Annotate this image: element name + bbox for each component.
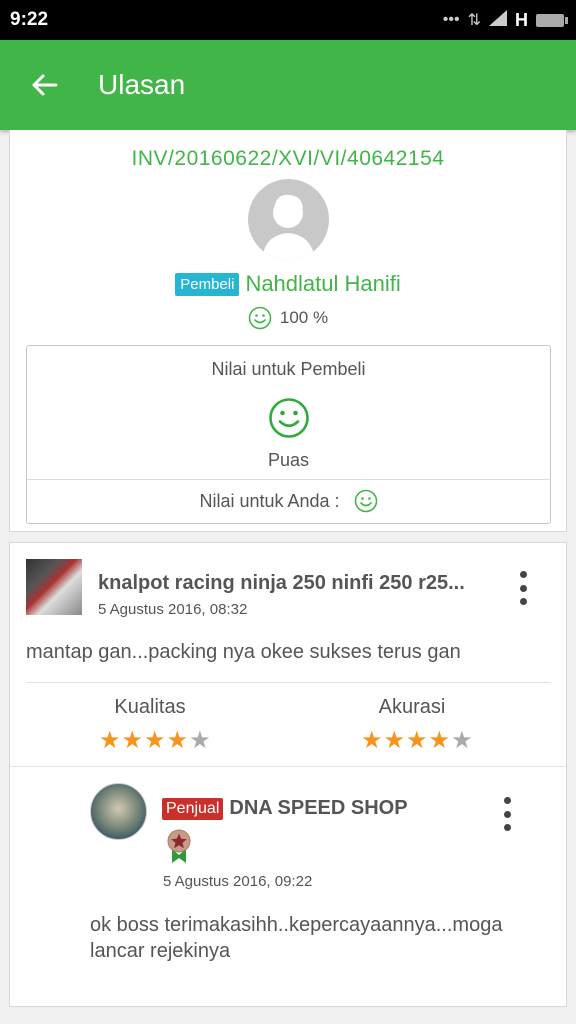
review-text: mantap gan...packing nya okee sukses ter… xyxy=(26,641,461,663)
rating-box: Nilai untuk Pembeli Puas Nilai untuk And… xyxy=(26,345,551,524)
more-dots-icon: ••• xyxy=(442,11,460,28)
status-bar: 9:22 ••• ⇅ H xyxy=(0,0,576,40)
network-type: H xyxy=(515,9,528,30)
star-filled-icon: ★ xyxy=(99,727,121,754)
page-title: Ulasan xyxy=(98,69,186,100)
app-bar: Ulasan xyxy=(0,40,576,130)
rating-for-you-label: Nilai untuk Anda : xyxy=(199,490,340,511)
seller-avatar[interactable] xyxy=(90,783,147,840)
rating-for-you: Nilai untuk Anda : xyxy=(27,489,550,513)
akurasi-stars: ★ ★ ★ ★ ★ xyxy=(361,729,473,753)
status-icons: ••• ⇅ H xyxy=(442,9,568,31)
reply-menu-button[interactable] xyxy=(497,797,517,831)
divider xyxy=(26,682,551,683)
buyer-name[interactable]: Nahdlatul Hanifi xyxy=(245,271,400,297)
reply-date: 5 Agustus 2016, 09:22 xyxy=(163,873,313,890)
review-date: 5 Agustus 2016, 08:32 xyxy=(98,601,248,618)
star-filled-icon: ★ xyxy=(428,727,451,754)
default-avatar-icon xyxy=(262,194,315,260)
kualitas-label: Kualitas xyxy=(114,696,186,718)
akurasi-label: Akurasi xyxy=(378,696,446,718)
star-filled-icon: ★ xyxy=(166,727,189,754)
kualitas-stars: ★ ★ ★ ★ ★ xyxy=(99,729,211,753)
arrow-left-icon xyxy=(32,74,58,96)
smile-icon xyxy=(269,398,309,438)
more-vertical-icon xyxy=(519,571,527,578)
buyer-card: INV/20160622/XVI/VI/40642154 Pembeli Nah… xyxy=(9,130,567,532)
rating-value: Puas xyxy=(267,450,310,470)
review-menu-button[interactable] xyxy=(513,571,533,605)
seller-medal-icon xyxy=(167,829,191,863)
review-card: knalpot racing ninja 250 ninfi 250 r25..… xyxy=(9,542,567,1007)
back-button[interactable] xyxy=(24,65,64,105)
status-time: 9:22 xyxy=(10,9,49,30)
divider xyxy=(27,479,550,480)
star-filled-icon: ★ xyxy=(144,727,166,754)
star-filled-icon: ★ xyxy=(361,727,383,754)
rating-title: Nilai untuk Pembeli xyxy=(211,359,366,379)
smile-icon xyxy=(248,306,272,330)
star-filled-icon: ★ xyxy=(406,727,428,754)
buyer-avatar[interactable] xyxy=(248,179,329,260)
seller-badge: Penjual xyxy=(162,797,224,820)
reply-text: ok boss terimakasihh..kepercayaannya...m… xyxy=(90,914,503,962)
buyer-reputation: 100 % xyxy=(10,306,566,330)
invoice-number[interactable]: INV/20160622/XVI/VI/40642154 xyxy=(10,147,566,171)
signal-icon xyxy=(489,9,507,31)
smile-icon[interactable] xyxy=(354,489,378,513)
divider xyxy=(10,766,566,767)
star-empty-icon: ★ xyxy=(189,727,211,754)
more-vertical-icon xyxy=(503,797,511,804)
data-transfer-icon: ⇅ xyxy=(467,12,481,29)
seller-info: Penjual DNA SPEED SHOP xyxy=(162,797,408,820)
buyer-info: Pembeli Nahdlatul Hanifi xyxy=(10,271,566,297)
star-filled-icon: ★ xyxy=(121,727,144,754)
product-thumbnail[interactable] xyxy=(26,559,82,615)
seller-name[interactable]: DNA SPEED SHOP xyxy=(229,797,407,820)
reputation-percent: 100 % xyxy=(279,308,329,327)
product-name[interactable]: knalpot racing ninja 250 ninfi 250 r25..… xyxy=(98,572,498,595)
battery-icon xyxy=(536,13,568,27)
star-filled-icon: ★ xyxy=(383,727,406,754)
star-empty-icon: ★ xyxy=(451,727,473,754)
buyer-badge: Pembeli xyxy=(175,272,240,296)
